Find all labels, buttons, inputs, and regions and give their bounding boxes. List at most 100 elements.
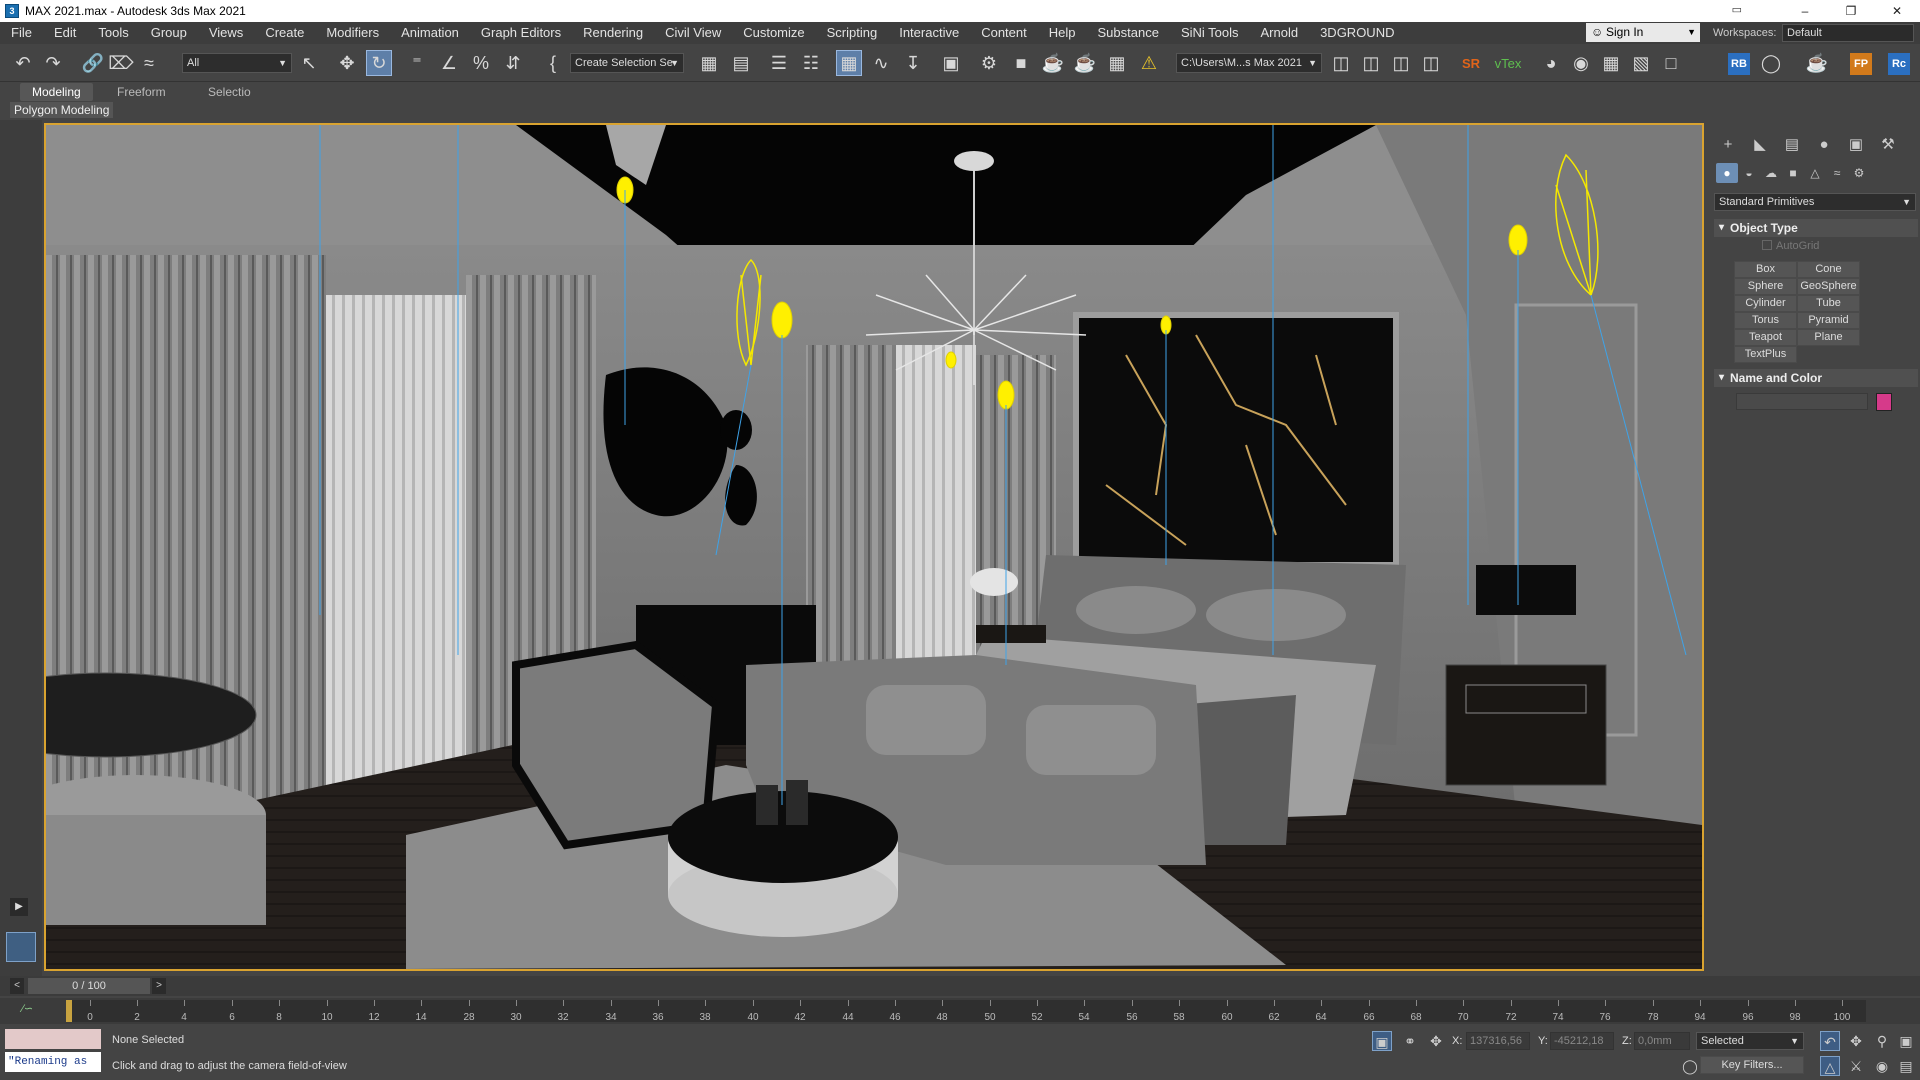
- menu-views[interactable]: Views: [198, 22, 254, 44]
- eye-icon[interactable]: ◯: [1758, 50, 1784, 76]
- close-button[interactable]: ✕: [1874, 0, 1920, 22]
- project-path-dropdown[interactable]: C:\Users\M...s Max 2021 ▼: [1176, 53, 1322, 73]
- menu-3dground[interactable]: 3DGROUND: [1309, 22, 1405, 44]
- restore-button[interactable]: ❐: [1828, 0, 1874, 22]
- set-key-icon[interactable]: ◯: [1680, 1056, 1700, 1076]
- rc-button[interactable]: Rc: [1888, 53, 1910, 75]
- menu-customize[interactable]: Customize: [732, 22, 815, 44]
- viewport-layout-tab-icon[interactable]: [6, 932, 36, 962]
- screen-icon[interactable]: ▭: [1732, 3, 1742, 16]
- vtex-button[interactable]: vTex: [1488, 50, 1528, 76]
- z-coord-field[interactable]: 0,0mm: [1634, 1032, 1690, 1050]
- menu-scripting[interactable]: Scripting: [816, 22, 889, 44]
- render-iterative-icon[interactable]: ☕: [1072, 50, 1098, 76]
- isolate-selection-icon[interactable]: ▣: [1372, 1031, 1392, 1051]
- menu-interactive[interactable]: Interactive: [888, 22, 970, 44]
- menu-sini-tools[interactable]: SiNi Tools: [1170, 22, 1250, 44]
- menu-group[interactable]: Group: [140, 22, 198, 44]
- render-production-icon[interactable]: ☕: [1040, 50, 1066, 76]
- walkthrough-icon[interactable]: ⚔: [1846, 1056, 1866, 1076]
- schematic-view-icon[interactable]: ↧: [900, 50, 926, 76]
- absolute-mode-icon[interactable]: ✥: [1426, 1031, 1446, 1051]
- key-mode-selected-dropdown[interactable]: Selected ▼: [1696, 1032, 1804, 1050]
- unlink-icon[interactable]: ⌦: [108, 50, 134, 76]
- primitive-plane-button[interactable]: Plane: [1797, 329, 1860, 346]
- maximize-viewport-icon[interactable]: ▣: [1896, 1031, 1916, 1051]
- hierarchy-tab-icon[interactable]: ▤: [1776, 133, 1808, 157]
- menu-graph-editors[interactable]: Graph Editors: [470, 22, 572, 44]
- modify-tab-icon[interactable]: ◣: [1744, 133, 1776, 157]
- menu-tools[interactable]: Tools: [87, 22, 139, 44]
- x-coord-field[interactable]: 137316,56: [1466, 1032, 1530, 1050]
- safe-frame-icon[interactable]: ▧: [1628, 50, 1654, 76]
- link-icon[interactable]: 🔗: [80, 50, 106, 76]
- menu-create[interactable]: Create: [254, 22, 315, 44]
- geometry-icon[interactable]: ●: [1716, 163, 1738, 183]
- primitive-tube-button[interactable]: Tube: [1797, 295, 1860, 312]
- pan-icon[interactable]: ✥: [1846, 1031, 1866, 1051]
- teapot-render-icon[interactable]: ◕: [1538, 50, 1564, 76]
- dolly-icon[interactable]: ◉: [1872, 1056, 1892, 1076]
- create-tab-icon[interactable]: +: [1712, 133, 1744, 157]
- archive-icon[interactable]: ◫: [1418, 50, 1444, 76]
- menu-content[interactable]: Content: [970, 22, 1038, 44]
- object-color-swatch[interactable]: [1876, 393, 1892, 411]
- systems-icon[interactable]: ⚙: [1848, 163, 1870, 183]
- select-object-icon[interactable]: ↖: [296, 50, 322, 76]
- motion-tab-icon[interactable]: ●: [1808, 133, 1840, 157]
- frame-icon[interactable]: □: [1658, 50, 1684, 76]
- sign-in-button[interactable]: Sign In ▼: [1586, 23, 1700, 42]
- mini-curve-editor-icon[interactable]: ∕∽: [22, 1002, 33, 1015]
- tab-modeling[interactable]: Modeling: [20, 83, 93, 101]
- autogrid-checkbox[interactable]: AutoGrid: [1762, 240, 1819, 252]
- time-prev-button[interactable]: <: [10, 978, 24, 994]
- primitive-cylinder-button[interactable]: Cylinder: [1734, 295, 1797, 312]
- select-move-icon[interactable]: ✥: [334, 50, 360, 76]
- perspective-viewport[interactable]: [44, 123, 1704, 971]
- selection-lock-icon[interactable]: ⚭: [1400, 1031, 1420, 1051]
- primitive-cone-button[interactable]: Cone: [1797, 261, 1860, 278]
- menu-file[interactable]: File: [0, 22, 43, 44]
- cameras-icon[interactable]: ■: [1782, 163, 1804, 183]
- zoom-icon[interactable]: ⚲: [1872, 1031, 1892, 1051]
- toggle-ribbon-icon[interactable]: ▦: [836, 50, 862, 76]
- named-selection-dropdown[interactable]: Create Selection Se ▼: [570, 53, 684, 73]
- merge-icon[interactable]: ◫: [1358, 50, 1384, 76]
- snap-toggle-icon[interactable]: ⁼: [404, 50, 430, 76]
- angle-snap-icon[interactable]: ∠: [436, 50, 462, 76]
- curve-editor-icon[interactable]: ∿: [868, 50, 894, 76]
- primitive-teapot-button[interactable]: Teapot: [1734, 329, 1797, 346]
- primitive-box-button[interactable]: Box: [1734, 261, 1797, 278]
- align-icon[interactable]: ▤: [728, 50, 754, 76]
- space-warps-icon[interactable]: ≈: [1826, 163, 1848, 183]
- play-icon[interactable]: ▶: [10, 898, 28, 916]
- tab-freeform[interactable]: Freeform: [105, 83, 178, 101]
- display-tab-icon[interactable]: ▣: [1840, 133, 1872, 157]
- time-slider[interactable]: 0 / 100: [28, 978, 150, 994]
- helpers-icon[interactable]: △: [1804, 163, 1826, 183]
- redo-icon[interactable]: ↷: [40, 50, 66, 76]
- select-rotate-icon[interactable]: ↻: [366, 50, 392, 76]
- render-grid-icon[interactable]: ▦: [1104, 50, 1130, 76]
- name-and-color-rollout[interactable]: Name and Color: [1714, 369, 1918, 387]
- lights-icon[interactable]: ☁: [1760, 163, 1782, 183]
- key-filters-button[interactable]: Key Filters...: [1700, 1056, 1804, 1074]
- material-editor-icon[interactable]: ▣: [938, 50, 964, 76]
- primitive-category-dropdown[interactable]: Standard Primitives ▼: [1714, 193, 1916, 211]
- orbit-icon[interactable]: ↶: [1820, 1031, 1840, 1051]
- mirror-icon[interactable]: ▦: [696, 50, 722, 76]
- primitive-geosphere-button[interactable]: GeoSphere: [1797, 278, 1860, 295]
- selection-filter-dropdown[interactable]: All ▼: [182, 53, 292, 73]
- menu-civil-view[interactable]: Civil View: [654, 22, 732, 44]
- menu-help[interactable]: Help: [1038, 22, 1087, 44]
- percent-snap-icon[interactable]: %: [468, 50, 494, 76]
- spinner-snap-icon[interactable]: ⇵: [500, 50, 526, 76]
- rb-button[interactable]: RB: [1728, 53, 1750, 75]
- maxscript-listener-input[interactable]: [5, 1029, 101, 1049]
- fp-button[interactable]: FP: [1850, 53, 1872, 75]
- tab-selection[interactable]: Selectio: [196, 83, 263, 101]
- truck-icon[interactable]: ▤: [1896, 1056, 1916, 1076]
- menu-substance[interactable]: Substance: [1087, 22, 1170, 44]
- object-name-field[interactable]: [1736, 393, 1868, 410]
- field-of-view-icon[interactable]: △: [1820, 1056, 1840, 1076]
